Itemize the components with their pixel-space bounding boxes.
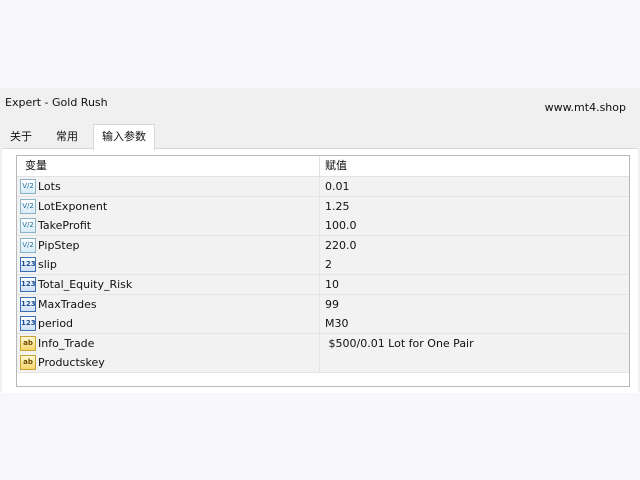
- parameter-name: MaxTrades: [38, 297, 97, 311]
- integer-type-icon: 123: [20, 277, 36, 292]
- parameter-row[interactable]: 123 MaxTrades 99: [17, 294, 629, 315]
- double-type-icon: V/2: [20, 237, 36, 253]
- parameter-row[interactable]: 123 period M30: [17, 314, 629, 335]
- column-separator[interactable]: [319, 156, 320, 176]
- integer-type-icon: 123: [20, 316, 36, 332]
- cell-separator: [319, 255, 320, 275]
- window-title: Expert - Gold Rush: [5, 96, 108, 109]
- double-type-icon: V/2: [20, 218, 36, 234]
- parameter-value[interactable]: 99: [325, 295, 339, 314]
- parameter-value[interactable]: 0.01: [325, 177, 350, 196]
- cell-separator: [319, 196, 320, 216]
- parameter-row[interactable]: V/2 PipStep 220.0: [17, 235, 629, 256]
- parameter-row[interactable]: V/2 Lots 0.01: [17, 177, 629, 197]
- inputs-panel: 变量 赋值 V/2 Lots 0.01 V/2 LotExponent 1.25 V/2 Ta…: [2, 148, 638, 393]
- parameter-name: period: [38, 317, 74, 331]
- string-type-icon: ab: [20, 355, 36, 371]
- parameter-row[interactable]: ab Productskey: [17, 353, 629, 374]
- parameter-row[interactable]: V/2 LotExponent 1.25: [17, 196, 629, 217]
- tab-bar: 关于 常用 输入参数: [2, 124, 638, 150]
- parameter-name: PipStep: [38, 238, 80, 252]
- cell-separator: [319, 216, 320, 236]
- parameter-value[interactable]: 100.0: [325, 216, 357, 235]
- parameter-name: Total_Equity_Risk: [38, 278, 133, 291]
- string-type-icon: ab: [20, 335, 36, 351]
- column-header-value[interactable]: 赋值: [325, 156, 347, 176]
- tab-about[interactable]: 关于: [2, 126, 40, 148]
- expert-properties-dialog: Expert - Gold Rush www.mt4.shop 关于 常用 输入…: [0, 88, 640, 393]
- parameter-name: Lots: [38, 180, 61, 193]
- parameter-name: slip: [38, 258, 57, 272]
- column-header-variable[interactable]: 变量: [25, 156, 47, 176]
- parameter-row[interactable]: 123 Total_Equity_Risk 10: [17, 275, 629, 295]
- watermark-text: www.mt4.shop: [544, 101, 626, 114]
- parameter-value[interactable]: 220.0: [325, 236, 357, 255]
- parameter-row[interactable]: 123 slip 2: [17, 255, 629, 276]
- double-type-icon: V/2: [20, 179, 36, 194]
- integer-type-icon: 123: [20, 257, 36, 273]
- parameter-value[interactable]: 10: [325, 275, 339, 294]
- cell-separator: [319, 235, 320, 255]
- cell-separator: [319, 314, 320, 334]
- parameter-value[interactable]: $500/0.01 Lot for One Pair: [325, 334, 473, 353]
- cell-separator: [319, 275, 320, 294]
- parameter-row[interactable]: V/2 TakeProfit 100.0: [17, 216, 629, 237]
- cell-separator: [319, 353, 320, 373]
- cell-separator: [319, 333, 320, 353]
- parameter-value[interactable]: M30: [325, 314, 349, 333]
- parameters-grid: 变量 赋值 V/2 Lots 0.01 V/2 LotExponent 1.25 V/2 Ta…: [16, 155, 630, 387]
- integer-type-icon: 123: [20, 296, 36, 312]
- tab-inputs[interactable]: 输入参数: [93, 124, 155, 150]
- parameter-row[interactable]: ab Info_Trade $500/0.01 Lot for One Pair: [17, 333, 629, 354]
- parameter-name: TakeProfit: [38, 219, 92, 233]
- tab-common[interactable]: 常用: [46, 126, 88, 148]
- parameter-name: Info_Trade: [38, 336, 95, 350]
- cell-separator: [319, 294, 320, 314]
- parameter-name: Productskey: [38, 356, 105, 370]
- cell-separator: [319, 177, 320, 196]
- double-type-icon: V/2: [20, 198, 36, 214]
- grid-header: 变量 赋值: [17, 156, 629, 177]
- parameter-name: LotExponent: [38, 199, 108, 213]
- parameter-value[interactable]: 2: [325, 255, 332, 274]
- parameter-value[interactable]: 1.25: [325, 197, 350, 216]
